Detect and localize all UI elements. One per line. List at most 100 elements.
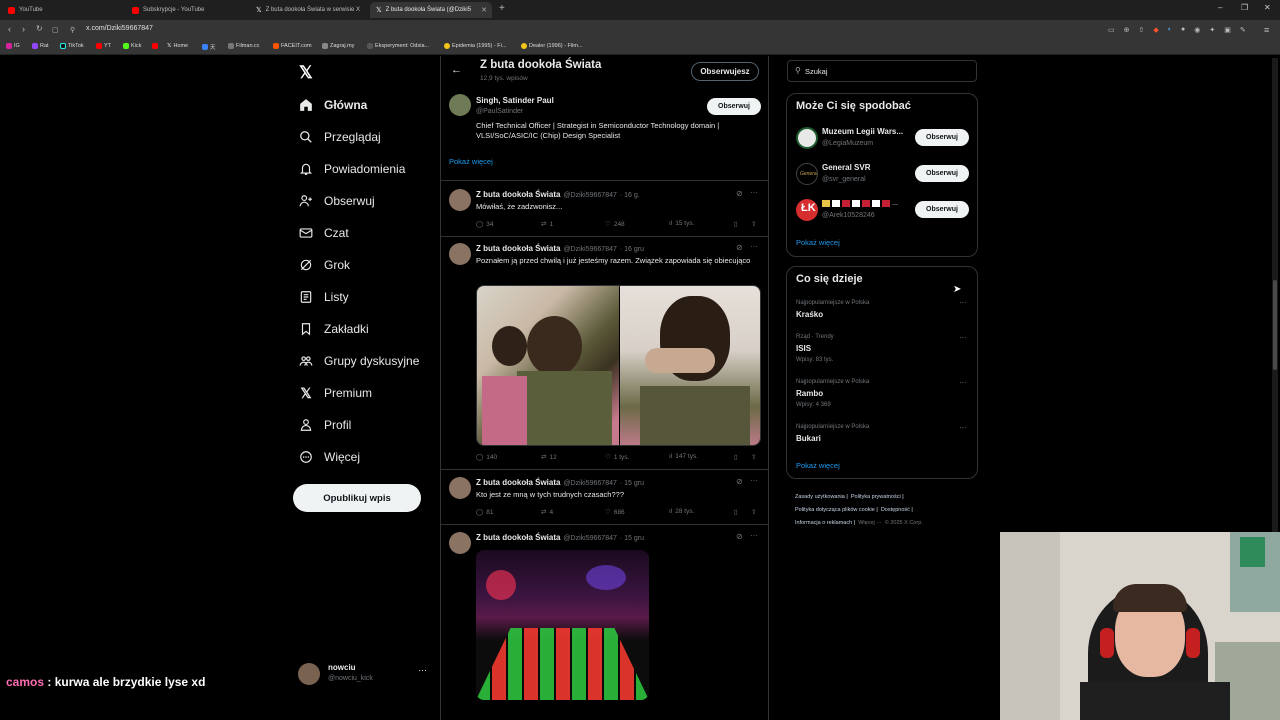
repost-button[interactable]: ⇄ 4 xyxy=(541,508,553,517)
post-time[interactable]: · 16 g. xyxy=(620,192,640,199)
follow-button[interactable]: Obserwuj xyxy=(707,98,761,115)
sidebar-item-grok[interactable]: Grok xyxy=(299,253,350,277)
user-handle[interactable]: @svr_general xyxy=(822,176,866,183)
bookmark-item[interactable] xyxy=(152,43,158,49)
grok-icon[interactable]: ⊘ xyxy=(736,532,743,541)
share-icon[interactable]: ⇧ xyxy=(751,508,756,516)
bookmark-item[interactable]: 𝕏 Home xyxy=(167,43,188,49)
bookmark-item[interactable]: Epidemia (1995) - Fi... xyxy=(444,43,506,49)
share-icon[interactable]: ⇧ xyxy=(1139,26,1145,34)
footer-link[interactable]: Dostępność xyxy=(881,507,910,513)
avatar[interactable] xyxy=(449,243,471,265)
x-logo-icon[interactable]: 𝕏 xyxy=(299,63,313,83)
bookmark-page-icon[interactable]: ▢ xyxy=(52,26,59,34)
footer-more[interactable]: Więcej ··· xyxy=(858,520,882,526)
footer-link[interactable]: Polityka prywatności xyxy=(851,494,901,500)
close-window-icon[interactable]: ✕ xyxy=(1264,3,1271,12)
reload-icon[interactable]: ↻ xyxy=(36,24,43,33)
back-icon[interactable]: ‹ xyxy=(8,24,11,34)
sidebar-item-explore[interactable]: Przeglądaj xyxy=(299,125,381,149)
zoom-icon[interactable]: ⊕ xyxy=(1124,26,1130,34)
user-name[interactable]: Muzeum Legii Wars... xyxy=(822,127,903,136)
user-handle[interactable]: @LegiaMuzeum xyxy=(822,140,873,147)
restore-icon[interactable]: ❐ xyxy=(1241,3,1248,12)
reply-button[interactable]: ◯ 81 xyxy=(476,508,494,517)
sidebar-item-follow[interactable]: Obserwuj xyxy=(299,189,375,213)
like-button[interactable]: ♡ 686 xyxy=(605,508,625,517)
show-more-link[interactable]: Pokaż więcej xyxy=(796,238,840,247)
avatar[interactable] xyxy=(796,127,818,149)
views-button[interactable]: ıl 15 tys. xyxy=(669,220,694,227)
grok-icon[interactable]: ⊘ xyxy=(736,243,743,252)
sidebar-item-notifications[interactable]: Powiadomienia xyxy=(299,157,405,181)
post-media[interactable] xyxy=(476,550,649,700)
follow-button[interactable]: Obserwuj xyxy=(915,129,969,146)
brave-shield-icon[interactable]: ◆ xyxy=(1153,26,1158,34)
views-button[interactable]: ıl 147 tys. xyxy=(669,453,698,460)
post-media[interactable] xyxy=(476,285,761,446)
post-photo[interactable] xyxy=(477,286,619,445)
sidebar-item-communities[interactable]: Grupy dyskusyjne xyxy=(299,349,419,373)
bookmark-item[interactable]: Eksperyment: Odsia... xyxy=(367,43,429,49)
more-dots-icon[interactable]: ··· xyxy=(959,378,967,387)
user-handle[interactable]: @Arek10528246 xyxy=(822,212,875,219)
show-more-link[interactable]: Pokaż więcej xyxy=(449,157,493,166)
sidebar-item-home[interactable]: Główna xyxy=(299,93,367,117)
menu-icon[interactable]: ≡ xyxy=(1264,25,1269,35)
bookmark-icon[interactable]: ▯ xyxy=(734,508,738,516)
minimize-icon[interactable]: – xyxy=(1218,3,1222,12)
new-tab-icon[interactable]: + xyxy=(499,3,505,14)
avatar[interactable]: ŁK xyxy=(796,199,818,221)
extensions-icon[interactable]: ✦ xyxy=(1209,26,1215,34)
views-button[interactable]: ıl 28 tys. xyxy=(669,508,694,515)
account-switcher[interactable]: nowciu @nowciu_kick ··· xyxy=(298,661,432,687)
user-name-emoji-flags[interactable]: ... xyxy=(822,200,898,207)
close-tab-icon[interactable]: ✕ xyxy=(481,6,487,14)
bookmark-icon[interactable]: ▯ xyxy=(734,220,738,228)
post-author[interactable]: Z buta dookoła Świata xyxy=(476,244,560,253)
footer-link[interactable]: Polityka dotycząca plików cookie xyxy=(795,507,875,513)
avatar[interactable]: General xyxy=(796,163,818,185)
extension-icon[interactable]: ◐ xyxy=(1168,26,1172,34)
bookmark-item[interactable]: Rat xyxy=(32,43,49,49)
post-time[interactable]: · 16 gru xyxy=(620,246,644,253)
show-more-link[interactable]: Pokaż więcej xyxy=(796,461,840,470)
more-dots-icon[interactable]: ··· xyxy=(959,423,967,432)
bookmark-item[interactable]: TikTok xyxy=(60,43,84,49)
post-handle[interactable]: @Dziki59667847 xyxy=(563,192,616,199)
post-time[interactable]: · 15 gru xyxy=(620,480,644,487)
repost-button[interactable]: ⇄ 1 xyxy=(541,220,553,229)
extension-icon[interactable]: ● xyxy=(1181,26,1185,34)
post-author[interactable]: Z buta dookoła Świata xyxy=(476,478,560,487)
sidebar-item-premium[interactable]: 𝕏 Premium xyxy=(299,381,372,405)
bookmark-item[interactable]: YT xyxy=(96,43,111,49)
footer-link[interactable]: Zasady użytkowania xyxy=(795,494,845,500)
post-handle[interactable]: @Dziki59667847 xyxy=(563,535,616,542)
browser-tab[interactable]: YouTube xyxy=(2,2,124,18)
bookmark-item[interactable]: FACEIT.com xyxy=(273,43,312,49)
post-button[interactable]: Opublikuj wpis xyxy=(293,484,421,512)
forward-icon[interactable]: › xyxy=(22,24,25,34)
more-dots-icon[interactable]: ··· xyxy=(750,531,758,540)
more-dots-icon[interactable]: ··· xyxy=(750,476,758,485)
share-icon[interactable]: ⇧ xyxy=(751,220,756,228)
more-dots-icon[interactable]: ··· xyxy=(959,298,967,307)
post-time[interactable]: · 15 gru xyxy=(620,535,644,542)
sidebar-item-profile[interactable]: Profil xyxy=(299,413,351,437)
reply-button[interactable]: ◯ 140 xyxy=(476,453,497,462)
more-dots-icon[interactable]: ··· xyxy=(959,333,967,342)
extension-icon[interactable]: ◉ xyxy=(1194,26,1200,34)
scrollbar-thumb[interactable] xyxy=(1273,280,1277,370)
site-info-icon[interactable]: ⚲ xyxy=(70,26,75,34)
post-author[interactable]: Z buta dookoła Świata xyxy=(476,190,560,199)
sidebar-item-lists[interactable]: Listy xyxy=(299,285,349,309)
following-button[interactable]: Obserwujesz xyxy=(691,62,759,81)
bookmark-item[interactable]: Filman.cc xyxy=(228,43,260,49)
sidebar-item-chat[interactable]: Czat xyxy=(299,221,349,245)
repost-button[interactable]: ⇄ 12 xyxy=(541,453,557,462)
sidebar-item-more[interactable]: Więcej xyxy=(299,445,360,469)
user-handle[interactable]: @PaulSatinder xyxy=(476,108,523,115)
browser-tab[interactable]: 𝕏Z buta dookoła Świata w serwisie X xyxy=(250,2,368,18)
post-handle[interactable]: @Dziki59667847 xyxy=(563,480,616,487)
grok-icon[interactable]: ⊘ xyxy=(736,189,743,198)
